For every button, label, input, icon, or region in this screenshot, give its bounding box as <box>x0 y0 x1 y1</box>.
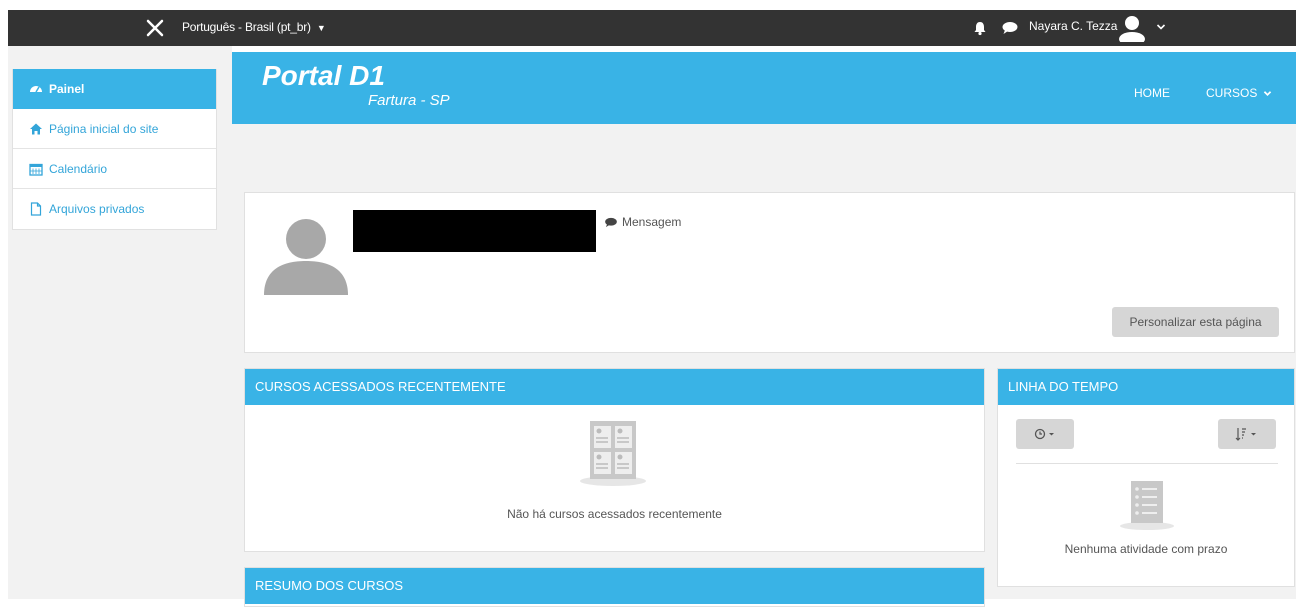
sidebar-menu: Painel Página inicial do site Calendário… <box>12 69 217 230</box>
redacted-user-name <box>353 210 596 252</box>
sidebar-item-home[interactable]: Página inicial do site <box>13 109 216 149</box>
sidebar-item-label: Arquivos privados <box>49 202 145 216</box>
top-navbar: Português - Brasil (pt_br) ▼ Nayara C. Te… <box>8 10 1296 46</box>
user-name[interactable]: Nayara C. Tezza <box>1029 19 1117 33</box>
timeline-sort-button[interactable] <box>1218 419 1276 449</box>
file-icon <box>30 202 42 216</box>
sidebar-item-files[interactable]: Arquivos privados <box>13 189 216 229</box>
timeline-divider <box>1016 463 1278 464</box>
chevron-down-icon <box>1263 91 1271 97</box>
user-avatar-icon <box>264 219 348 295</box>
course-summary-block: RESUMO DOS CURSOS <box>244 567 985 607</box>
timeline-filter-button[interactable] <box>1016 419 1074 449</box>
nav-cursos-label: CURSOS <box>1206 86 1258 100</box>
user-avatar-icon[interactable] <box>1117 14 1147 42</box>
logo-subtitle: Fartura - SP <box>368 92 450 109</box>
nav-home-link[interactable]: HOME <box>1134 86 1170 100</box>
timeline-empty-icon <box>1120 481 1174 530</box>
sort-icon <box>1235 428 1256 441</box>
bell-icon[interactable] <box>972 20 988 36</box>
block-title: CURSOS ACESSADOS RECENTEMENTE <box>245 369 984 405</box>
empty-message: Não há cursos acessados recentemente <box>507 507 722 521</box>
message-link[interactable]: Mensagem <box>604 215 681 229</box>
clock-icon <box>1034 428 1054 440</box>
timeline-block: LINHA DO TEMPO Nenhuma atividade com pra… <box>997 368 1295 587</box>
sidebar-item-label: Painel <box>49 82 85 96</box>
dashboard-icon <box>30 86 42 93</box>
recent-courses-block: CURSOS ACESSADOS RECENTEMENTE Não há cur… <box>244 368 985 552</box>
sidebar-item-label: Página inicial do site <box>49 121 159 136</box>
courses-empty-icon <box>580 421 646 486</box>
profile-card: Mensagem Personalizar esta página <box>244 192 1295 353</box>
chat-icon <box>605 217 617 227</box>
sidebar-item-label: Calendário <box>49 161 108 176</box>
empty-message: Nenhuma atividade com prazo <box>1064 542 1228 556</box>
logo-text: Portal D1 <box>262 60 385 91</box>
sidebar-item-calendar[interactable]: Calendário <box>13 149 216 189</box>
chat-icon[interactable] <box>1001 21 1019 35</box>
block-title: LINHA DO TEMPO <box>998 369 1294 405</box>
language-selector[interactable]: Português - Brasil (pt_br) ▼ <box>182 20 326 34</box>
close-icon[interactable] <box>144 17 166 39</box>
caret-down-icon: ▼ <box>316 23 326 33</box>
customize-page-button[interactable]: Personalizar esta página <box>1112 307 1279 337</box>
calendar-icon <box>29 163 43 176</box>
home-icon <box>30 123 42 134</box>
language-label: Português - Brasil (pt_br) <box>182 20 311 34</box>
message-label: Mensagem <box>622 215 682 229</box>
chevron-down-icon[interactable] <box>1156 23 1166 31</box>
sidebar-item-painel[interactable]: Painel <box>13 69 216 109</box>
nav-cursos-menu[interactable]: CURSOS <box>1206 86 1272 100</box>
